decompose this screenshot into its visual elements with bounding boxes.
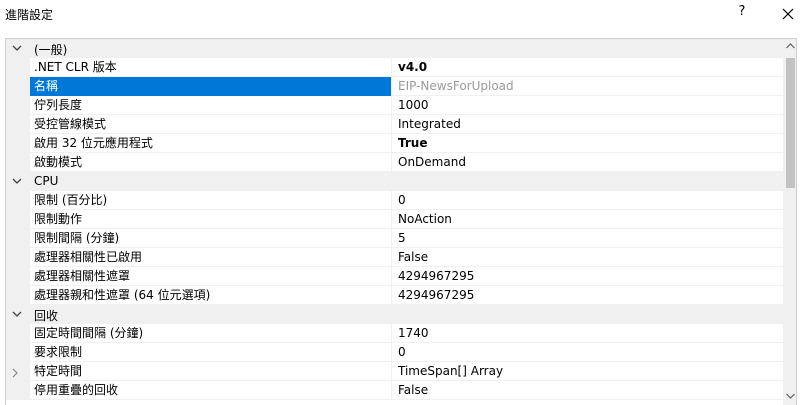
property-value[interactable]: EIP-NewsForUpload xyxy=(398,77,783,96)
property-value[interactable]: 4294967295 xyxy=(398,286,783,305)
property-name[interactable]: .NET CLR 版本 xyxy=(30,58,392,77)
property-name[interactable]: 處理器相關性已啟用 xyxy=(30,248,392,267)
row-gutter xyxy=(6,96,30,115)
property-row[interactable]: 固定時間間隔 (分鐘) 1740 xyxy=(6,324,783,343)
close-button[interactable] xyxy=(770,1,806,27)
property-row[interactable]: 限制間隔 (分鐘) 5 xyxy=(6,229,783,248)
category-label: CPU xyxy=(34,174,59,188)
property-name[interactable]: 啟用 32 位元應用程式 xyxy=(30,134,392,153)
property-name[interactable]: 佇列長度 xyxy=(30,96,392,115)
property-row[interactable]: 處理器相關性已啟用 False xyxy=(6,248,783,267)
property-value[interactable]: 1000 xyxy=(398,96,783,115)
property-row[interactable]: .NET CLR 版本 v4.0 xyxy=(6,58,783,77)
property-row[interactable]: 限制 (百分比) 0 xyxy=(6,191,783,210)
property-name[interactable]: 受控管線模式 xyxy=(30,115,392,134)
property-row[interactable]: 處理器親和性遮罩 (64 位元選項) 4294967295 xyxy=(6,286,783,305)
property-value[interactable]: 5 xyxy=(398,229,783,248)
property-row[interactable]: 停用重疊的回收 False xyxy=(6,381,783,400)
row-gutter xyxy=(6,153,30,172)
property-name[interactable]: 限制間隔 (分鐘) xyxy=(30,229,392,248)
property-name[interactable]: 處理器親和性遮罩 (64 位元選項) xyxy=(30,286,392,305)
property-row[interactable]: 啟動模式 OnDemand xyxy=(6,153,783,172)
property-value[interactable]: False xyxy=(398,248,783,267)
help-button[interactable]: ? xyxy=(733,4,751,24)
row-gutter xyxy=(6,324,30,343)
scroll-up-arrow-icon[interactable] xyxy=(786,43,795,49)
property-name[interactable]: 名稱 xyxy=(30,77,392,96)
row-gutter xyxy=(6,210,30,229)
title-bar: 進階設定 ? xyxy=(0,0,807,30)
row-gutter xyxy=(6,77,30,96)
window-title: 進階設定 xyxy=(5,8,54,22)
category-row[interactable]: 回收 xyxy=(6,305,783,324)
row-gutter xyxy=(6,115,30,134)
property-row[interactable]: 限制動作 NoAction xyxy=(6,210,783,229)
vertical-scrollbar[interactable] xyxy=(783,39,796,405)
collapse-chevron-icon[interactable] xyxy=(6,172,30,191)
category-label: 回收 xyxy=(34,309,59,323)
close-icon xyxy=(782,8,794,20)
property-name[interactable]: 限制動作 xyxy=(30,210,392,229)
collapse-chevron-icon[interactable] xyxy=(6,305,30,324)
row-gutter xyxy=(6,381,30,400)
row-gutter xyxy=(6,229,30,248)
property-value[interactable]: 0 xyxy=(398,191,783,210)
row-gutter xyxy=(6,286,30,305)
row-gutter xyxy=(6,134,30,153)
property-value[interactable]: v4.0 xyxy=(398,58,783,77)
category-row[interactable]: CPU xyxy=(6,172,783,191)
property-value[interactable]: False xyxy=(398,381,783,400)
property-name[interactable]: 啟動模式 xyxy=(30,153,392,172)
scrollbar-thumb[interactable] xyxy=(786,58,795,188)
property-value[interactable]: 4294967295 xyxy=(398,267,783,286)
property-name[interactable]: 停用重疊的回收 xyxy=(30,381,392,400)
row-gutter xyxy=(6,343,30,362)
property-row[interactable]: 佇列長度 1000 xyxy=(6,96,783,115)
property-row[interactable]: 受控管線模式 Integrated xyxy=(6,115,783,134)
property-value[interactable]: True xyxy=(398,134,783,153)
property-name[interactable]: 固定時間間隔 (分鐘) xyxy=(30,324,392,343)
property-value[interactable]: NoAction xyxy=(398,210,783,229)
property-name[interactable]: 特定時間 xyxy=(30,362,392,381)
row-gutter xyxy=(6,58,30,77)
property-value[interactable]: Integrated xyxy=(398,115,783,134)
row-gutter xyxy=(6,248,30,267)
property-row[interactable]: 特定時間 TimeSpan[] Array xyxy=(6,362,783,381)
property-name[interactable]: 處理器相關性遮罩 xyxy=(30,267,392,286)
property-row[interactable]: 要求限制 0 xyxy=(6,343,783,362)
row-gutter xyxy=(6,191,30,210)
property-value[interactable]: TimeSpan[] Array xyxy=(398,362,783,381)
property-value[interactable]: 1740 xyxy=(398,324,783,343)
property-row[interactable]: 啟用 32 位元應用程式 True xyxy=(6,134,783,153)
scroll-down-arrow-icon[interactable] xyxy=(786,393,795,399)
expand-chevron-icon[interactable] xyxy=(6,362,30,381)
property-value[interactable]: OnDemand xyxy=(398,153,783,172)
collapse-chevron-icon[interactable] xyxy=(6,39,30,58)
property-grid[interactable]: (一般) .NET CLR 版本 v4.0 名稱 EIP-NewsForUpload 佇列… xyxy=(5,38,797,405)
property-value[interactable]: 0 xyxy=(398,343,783,362)
category-row[interactable]: (一般) xyxy=(6,39,783,58)
property-name[interactable]: 限制 (百分比) xyxy=(30,191,392,210)
property-row[interactable]: 名稱 EIP-NewsForUpload xyxy=(6,77,783,96)
property-row[interactable]: 處理器相關性遮罩 4294967295 xyxy=(6,267,783,286)
property-name[interactable]: 要求限制 xyxy=(30,343,392,362)
row-gutter xyxy=(6,267,30,286)
category-label: (一般) xyxy=(34,43,68,57)
